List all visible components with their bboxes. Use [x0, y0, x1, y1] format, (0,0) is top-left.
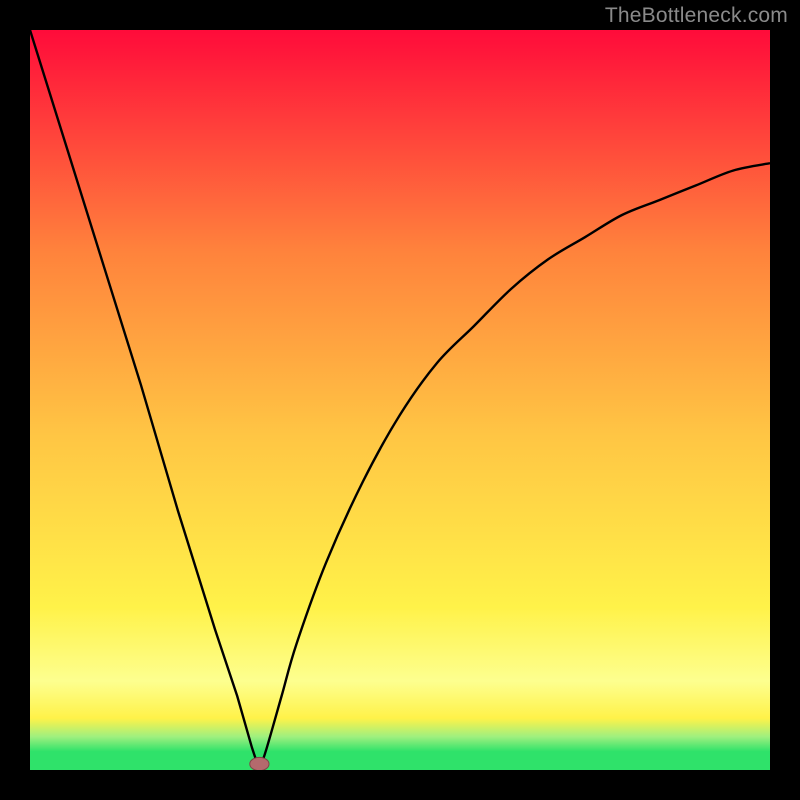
attribution-text: TheBottleneck.com	[605, 4, 788, 28]
minimum-marker-dot	[250, 757, 269, 770]
gradient-background	[30, 30, 770, 770]
plot-area	[30, 30, 770, 770]
chart-svg	[30, 30, 770, 770]
chart-frame: TheBottleneck.com	[0, 0, 800, 800]
